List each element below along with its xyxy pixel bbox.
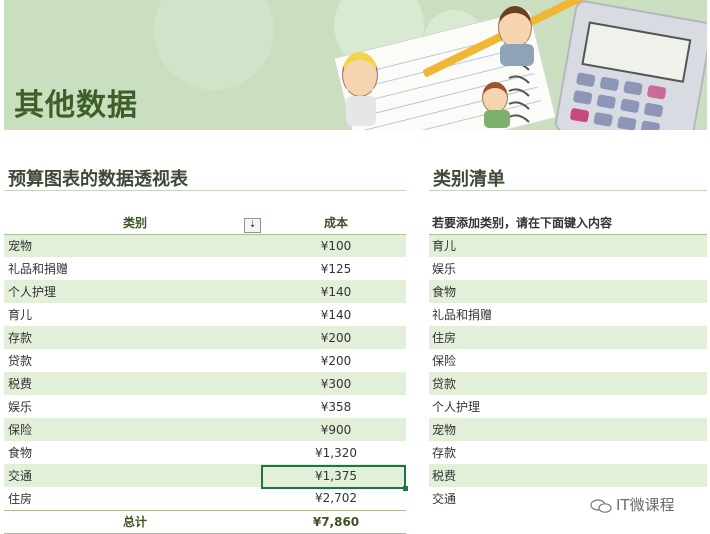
list-item: 存款 [429,441,707,464]
category-cell[interactable]: 贷款 [4,349,266,372]
cost-cell[interactable]: ¥125 [266,257,406,280]
table-row: 娱乐 ¥358 [4,395,406,418]
list-item: 住房 [429,326,707,349]
category-list-cell[interactable]: 存款 [429,441,707,464]
list-item: 保险 [429,349,707,372]
category-cell[interactable]: 娱乐 [4,395,266,418]
category-cell[interactable]: 存款 [4,326,266,349]
category-cell[interactable]: 保险 [4,418,266,441]
table-row: 存款 ¥200 [4,326,406,349]
table-row: 礼品和捐赠 ¥125 [4,257,406,280]
cost-cell[interactable]: ¥900 [266,418,406,441]
page-title: 其他数据 [14,88,138,123]
list-item: 宠物 [429,418,707,441]
category-list-cell[interactable]: 个人护理 [429,395,707,418]
cost-cell[interactable]: ¥100 [266,234,406,257]
list-item: 育儿 [429,234,707,257]
category-cell[interactable]: 宠物 [4,234,266,257]
category-list-cell[interactable]: 保险 [429,349,707,372]
category-cell[interactable]: 礼品和捐赠 [4,257,266,280]
category-list-cell[interactable]: 食物 [429,280,707,303]
list-item: 食物 [429,280,707,303]
pivot-header-row: 类别 成本 [4,211,406,235]
pivot-total-row: 总计 ¥7,860 [4,509,406,534]
spiral-binding-icon [508,62,530,123]
watermark: IT微课程 [590,494,675,515]
table-row: 个人护理 ¥140 [4,280,406,303]
column-header-cost[interactable]: 成本 [266,211,406,235]
cost-cell[interactable]: ¥200 [266,326,406,349]
category-list-cell[interactable]: 宠物 [429,418,707,441]
calculator-illustration [553,0,707,130]
category-cell[interactable]: 食物 [4,441,266,464]
column-header-category[interactable]: 类别 [4,211,266,235]
cost-cell[interactable]: ¥358 [266,395,406,418]
category-list-cell[interactable]: 税费 [429,464,707,487]
category-list-cell[interactable]: 育儿 [429,234,707,257]
section-divider [4,190,406,191]
table-row: 贷款 ¥200 [4,349,406,372]
total-label[interactable]: 总计 [4,509,266,534]
selected-cell[interactable] [261,465,406,489]
category-list-cell[interactable]: 娱乐 [429,257,707,280]
total-value[interactable]: ¥7,860 [266,509,406,534]
category-section-title: 类别清单 [433,169,505,190]
category-cell[interactable]: 育儿 [4,303,266,326]
table-row: 食物 ¥1,320 [4,441,406,464]
watermark-text: IT微课程 [616,496,675,514]
cost-cell[interactable]: ¥140 [266,303,406,326]
section-divider [429,190,707,191]
category-list-header[interactable]: 若要添加类别，请在下面键入内容 [429,211,707,235]
table-row: 住房 ¥2,702 [4,487,406,510]
cost-cell[interactable]: ¥300 [266,372,406,395]
list-item: 税费 [429,464,707,487]
decor-circle [154,0,274,90]
cost-cell[interactable]: ¥200 [266,349,406,372]
list-item: 娱乐 [429,257,707,280]
category-cell[interactable]: 交通 [4,464,266,487]
category-cell[interactable]: 个人护理 [4,280,266,303]
cost-cell[interactable]: ¥2,702 [266,487,406,510]
table-row: 保险 ¥900 [4,418,406,441]
header-banner: 其他数据 [4,0,707,130]
wechat-icon [590,498,612,513]
list-item: 个人护理 [429,395,707,418]
category-cell[interactable]: 税费 [4,372,266,395]
category-list-table: 若要添加类别，请在下面键入内容 育儿 娱乐 食物 礼品和捐赠 住房 保险 贷款 个人护理 宠物存… [429,211,707,510]
cost-cell[interactable]: ¥1,320 [266,441,406,464]
category-list-cell[interactable]: 礼品和捐赠 [429,303,707,326]
table-row: 税费 ¥300 [4,372,406,395]
table-row: 宠物 ¥100 [4,234,406,257]
table-row: 育儿 ¥140 [4,303,406,326]
category-cell[interactable]: 住房 [4,487,266,510]
fill-handle[interactable] [403,486,408,491]
list-item: 礼品和捐赠 [429,303,707,326]
cost-cell[interactable]: ¥140 [266,280,406,303]
pivot-section-title: 预算图表的数据透视表 [8,169,188,190]
category-list-cell[interactable]: 贷款 [429,372,707,395]
sort-filter-icon[interactable]: ⇣ [244,218,261,233]
list-item: 贷款 [429,372,707,395]
category-list-cell[interactable]: 住房 [429,326,707,349]
